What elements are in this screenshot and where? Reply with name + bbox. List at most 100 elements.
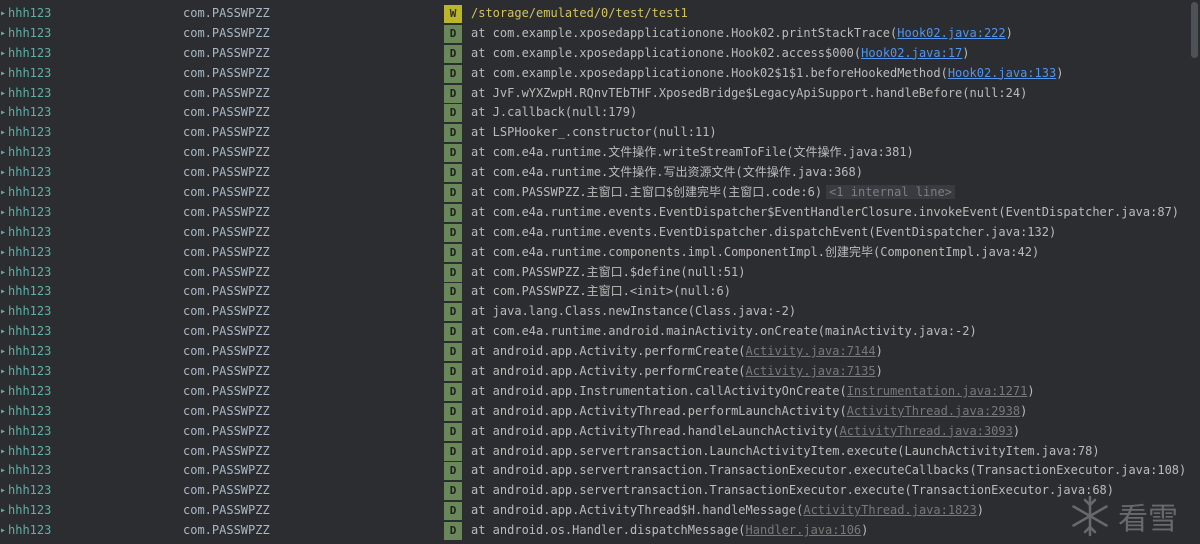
log-message-suffix: ) [1020,403,1028,418]
log-row[interactable]: ▸ hhh123 com.PASSWPZZ Dat com.example.xpose… [0,24,1188,44]
row-expand-icon[interactable]: ▸ [0,382,6,402]
log-message-text: at android.app.servertransaction.Transac… [471,463,1187,478]
row-expand-icon[interactable]: ▸ [0,461,6,481]
log-tag: hhh123 [8,503,52,518]
log-tag: hhh123 [8,264,52,279]
log-row[interactable]: ▸ hhh123 com.PASSWPZZ W/storage/emulated/0/… [0,4,1188,24]
source-link[interactable]: Instrumentation.java:1271 [847,384,1028,398]
log-tag: hhh123 [8,403,52,418]
log-message-text: at JvF.wYXZwpH.RQnvTEbTHF.XposedBridge$L… [471,85,1028,100]
log-tag: hhh123 [8,244,52,259]
internal-line-fold[interactable]: <1 internal line> [826,185,955,200]
log-row[interactable]: ▸ hhh123 com.PASSWPZZ Dat android.app.serve… [0,481,1188,501]
row-expand-icon[interactable]: ▸ [0,402,6,422]
row-expand-icon[interactable]: ▸ [0,44,6,64]
log-row[interactable]: ▸ hhh123 com.PASSWPZZ Dat android.app.Activ… [0,402,1188,422]
log-rows[interactable]: ▸ hhh123 com.PASSWPZZ W/storage/emulated/0/… [0,4,1188,541]
log-message: at com.example.xposedapplicationone.Hook… [471,44,970,64]
source-link[interactable]: ActivityThread.java:3093 [839,424,1012,438]
log-message-text: at android.app.Activity.performCreate( [471,344,746,359]
row-expand-icon[interactable]: ▸ [0,163,6,183]
log-row[interactable]: ▸ hhh123 com.PASSWPZZ Dat android.os.Handle… [0,521,1188,541]
log-message-text: at android.app.servertransaction.Transac… [471,483,1114,498]
log-message: at android.app.ActivityThread$H.handleMe… [471,501,984,521]
log-level-badge: D [444,462,462,481]
log-tag: hhh123 [8,304,52,319]
row-expand-icon[interactable]: ▸ [0,342,6,362]
row-expand-icon[interactable]: ▸ [0,263,6,283]
log-row[interactable]: ▸ hhh123 com.PASSWPZZ Dat android.app.serve… [0,442,1188,462]
log-message-text: at android.app.ActivityThread.performLau… [471,403,847,418]
source-link[interactable]: Handler.java:106 [746,523,862,537]
row-expand-icon[interactable]: ▸ [0,322,6,342]
row-expand-icon[interactable]: ▸ [0,521,6,541]
log-row[interactable]: ▸ hhh123 com.PASSWPZZ Dat com.e4a.runtime.文… [0,143,1188,163]
log-row[interactable]: ▸ hhh123 com.PASSWPZZ Dat android.app.Activ… [0,501,1188,521]
log-row[interactable]: ▸ hhh123 com.PASSWPZZ Dat android.app.Activ… [0,362,1188,382]
log-message: at com.PASSWPZZ.主窗口.$define(null:51) [471,263,745,283]
row-expand-icon[interactable]: ▸ [0,362,6,382]
log-row[interactable]: ▸ hhh123 com.PASSWPZZ Dat android.app.Activ… [0,422,1188,442]
row-expand-icon[interactable]: ▸ [0,282,6,302]
source-link[interactable]: Activity.java:7135 [746,364,876,378]
log-tag: hhh123 [8,383,52,398]
log-row[interactable]: ▸ hhh123 com.PASSWPZZ Dat java.lang.Class.n… [0,302,1188,322]
log-package: com.PASSWPZZ [183,6,270,20]
log-package: com.PASSWPZZ [183,364,270,379]
log-row[interactable]: ▸ hhh123 com.PASSWPZZ Dat J.callback(null:1… [0,103,1188,123]
log-package: com.PASSWPZZ [183,45,270,60]
row-expand-icon[interactable]: ▸ [0,24,6,44]
log-message: at JvF.wYXZwpH.RQnvTEbTHF.XposedBridge$L… [471,84,1027,104]
source-link[interactable]: Activity.java:7144 [746,344,876,358]
row-expand-icon[interactable]: ▸ [0,203,6,223]
row-expand-icon[interactable]: ▸ [0,183,6,203]
watermark: 看雪 [1068,494,1178,538]
source-link[interactable]: Hook02.java:222 [897,26,1005,40]
log-row[interactable]: ▸ hhh123 com.PASSWPZZ Dat android.app.serve… [0,461,1188,481]
row-expand-icon[interactable]: ▸ [0,4,6,24]
log-row[interactable]: ▸ hhh123 com.PASSWPZZ Dat com.e4a.runtime.a… [0,322,1188,342]
log-message-text: at android.os.Handler.dispatchMessage( [471,523,746,538]
source-link[interactable]: ActivityThread.java:2938 [847,404,1020,418]
row-expand-icon[interactable]: ▸ [0,123,6,143]
row-expand-icon[interactable]: ▸ [0,442,6,462]
row-expand-icon[interactable]: ▸ [0,243,6,263]
log-message-suffix: ) [962,45,970,60]
log-message-text: at android.app.Instrumentation.callActiv… [471,383,847,398]
log-message-text: /storage/emulated/0/test/test1 [471,6,688,20]
log-row[interactable]: ▸ hhh123 com.PASSWPZZ Dat com.e4a.runtime.e… [0,203,1188,223]
log-tag: hhh123 [8,85,52,100]
log-tag: hhh123 [8,523,52,538]
log-row[interactable]: ▸ hhh123 com.PASSWPZZ Dat com.e4a.runtime.c… [0,243,1188,263]
log-row[interactable]: ▸ hhh123 com.PASSWPZZ Dat com.e4a.runtime.e… [0,223,1188,243]
log-row[interactable]: ▸ hhh123 com.PASSWPZZ Dat com.PASSWPZZ.主窗口.… [0,282,1188,302]
log-tag: hhh123 [8,204,52,219]
log-row[interactable]: ▸ hhh123 com.PASSWPZZ Dat android.app.Activ… [0,342,1188,362]
source-link[interactable]: Hook02.java:133 [948,66,1056,80]
row-expand-icon[interactable]: ▸ [0,501,6,521]
log-row[interactable]: ▸ hhh123 com.PASSWPZZ Dat com.PASSWPZZ.主窗口.… [0,263,1188,283]
log-row[interactable]: ▸ hhh123 com.PASSWPZZ Dat com.PASSWPZZ.主窗口.… [0,183,1188,203]
log-message-suffix: ) [875,344,883,359]
log-message: at android.app.servertransaction.LaunchA… [471,442,1100,462]
row-expand-icon[interactable]: ▸ [0,64,6,84]
row-expand-icon[interactable]: ▸ [0,143,6,163]
log-row[interactable]: ▸ hhh123 com.PASSWPZZ Dat com.e4a.runtime.文… [0,163,1188,183]
row-expand-icon[interactable]: ▸ [0,103,6,123]
log-tag: hhh123 [8,125,52,140]
row-expand-icon[interactable]: ▸ [0,422,6,442]
log-message: at J.callback(null:179) [471,103,637,123]
row-expand-icon[interactable]: ▸ [0,481,6,501]
row-expand-icon[interactable]: ▸ [0,302,6,322]
vertical-scrollbar[interactable] [1191,2,1198,58]
row-expand-icon[interactable]: ▸ [0,84,6,104]
row-expand-icon[interactable]: ▸ [0,223,6,243]
source-link[interactable]: Hook02.java:17 [861,46,962,60]
log-level-badge: D [444,382,462,401]
log-row[interactable]: ▸ hhh123 com.PASSWPZZ Dat com.example.xpose… [0,64,1188,84]
log-row[interactable]: ▸ hhh123 com.PASSWPZZ Dat com.example.xpose… [0,44,1188,64]
log-row[interactable]: ▸ hhh123 com.PASSWPZZ Dat LSPHooker_.constr… [0,123,1188,143]
log-row[interactable]: ▸ hhh123 com.PASSWPZZ Dat android.app.Instr… [0,382,1188,402]
source-link[interactable]: ActivityThread.java:1823 [803,503,976,517]
log-row[interactable]: ▸ hhh123 com.PASSWPZZ Dat JvF.wYXZwpH.RQnvT… [0,84,1188,104]
